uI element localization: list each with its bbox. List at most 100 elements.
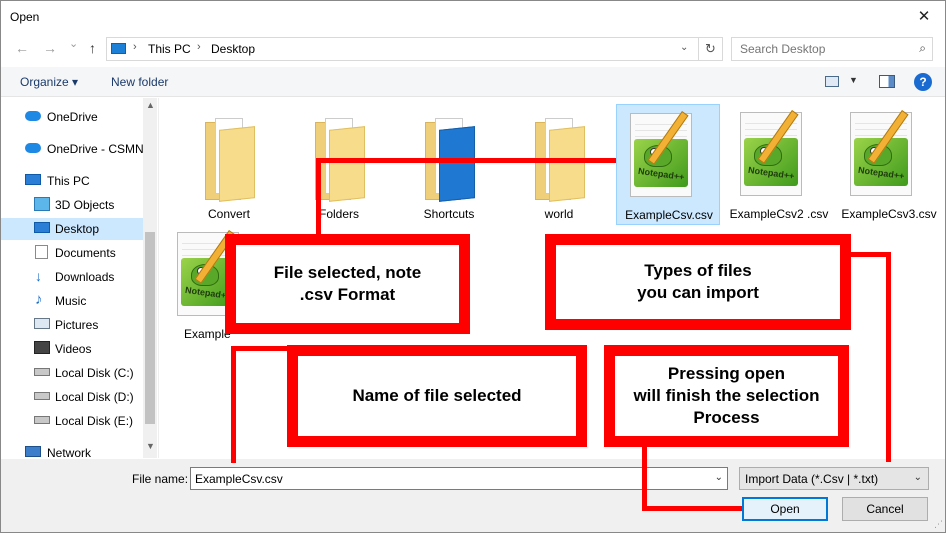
sidebar-item-label: This PC <box>47 174 90 188</box>
sidebar-item-label: Pictures <box>55 318 99 332</box>
search-input[interactable] <box>732 38 912 60</box>
file-name-combobox[interactable]: ⌄ <box>190 467 728 490</box>
navigation-bar: ← → ⌄ ↑ › This PC › Desktop ⌄ ↻ ⌕ <box>1 34 945 64</box>
file-item-label: Folders <box>318 207 359 221</box>
scroll-up-icon[interactable]: ▲ <box>146 100 155 110</box>
annotation-connector <box>231 346 291 351</box>
navigation-pane: OneDrive OneDrive - CSMN This PC 3D Obje… <box>1 98 159 458</box>
notepad-plus-plus-file-icon: Notepad++ <box>740 110 818 198</box>
file-name-label: File name: <box>132 472 189 486</box>
address-bar[interactable]: › This PC › Desktop ⌄ ↻ <box>106 37 723 61</box>
sidebar-item-label: Local Disk (D:) <box>55 390 134 404</box>
sidebar-item-label: Local Disk (C:) <box>55 366 134 380</box>
help-icon[interactable]: ? <box>914 73 932 91</box>
preview-pane-icon[interactable] <box>879 75 895 88</box>
annotation-connector <box>642 443 647 510</box>
computer-icon <box>111 43 126 54</box>
open-button[interactable]: Open <box>742 497 828 521</box>
sidebar-item-label: Documents <box>55 246 116 260</box>
annotation-connector <box>642 506 742 511</box>
search-box[interactable]: ⌕ <box>731 37 933 61</box>
resize-grip-icon[interactable]: ⋰ <box>934 519 943 530</box>
chevron-down-icon[interactable]: ⌄ <box>914 472 922 483</box>
sidebar-item-videos[interactable]: Videos <box>1 338 143 360</box>
sidebar-item-downloads[interactable]: ↓ Downloads <box>1 266 143 288</box>
breadcrumb-this-pc[interactable]: This PC <box>148 42 191 56</box>
sidebar-item-local-disk-c[interactable]: Local Disk (C:) <box>1 362 143 384</box>
change-view-icon[interactable] <box>825 76 839 87</box>
sidebar-item-this-pc[interactable]: This PC <box>1 170 143 192</box>
breadcrumb-desktop[interactable]: Desktop <box>211 42 255 56</box>
sidebar-item-label: Local Disk (E:) <box>55 414 134 428</box>
sidebar-scrollbar[interactable]: ▲ ▼ <box>143 98 157 458</box>
music-icon: ♪ <box>35 291 43 308</box>
annotation-connector <box>850 252 890 257</box>
annotation-connector <box>886 252 891 462</box>
view-dropdown-icon[interactable]: ▼ <box>849 75 858 85</box>
annotation-file-name: Name of file selected <box>287 345 587 447</box>
chevron-right-icon[interactable]: › <box>197 41 201 53</box>
chevron-right-icon[interactable]: › <box>133 41 137 53</box>
drive-icon <box>34 392 50 400</box>
sidebar-item-3d-objects[interactable]: 3D Objects <box>1 194 143 216</box>
annotation-file-types: Types of files you can import <box>545 234 851 330</box>
file-name-input[interactable] <box>191 468 701 489</box>
sidebar-item-desktop[interactable]: Desktop <box>1 218 143 240</box>
folder-icon <box>205 118 255 202</box>
sidebar-item-local-disk-d[interactable]: Local Disk (D:) <box>1 386 143 408</box>
search-icon[interactable]: ⌕ <box>919 41 926 56</box>
cloud-icon <box>25 143 41 153</box>
chevron-down-icon[interactable]: ⌄ <box>715 472 723 483</box>
pictures-icon <box>34 318 50 329</box>
documents-icon <box>35 245 48 259</box>
file-item-world[interactable]: world <box>507 104 611 225</box>
annotation-connector <box>316 158 321 238</box>
sidebar-item-documents[interactable]: Documents <box>1 242 143 264</box>
file-item-label: Shortcuts <box>423 207 475 221</box>
file-item-examplecsv[interactable]: Notepad++ ExampleCsv.csv <box>616 104 720 225</box>
file-item-label: world <box>544 207 574 221</box>
annotation-open-button: Pressing open will finish the selection … <box>604 345 849 447</box>
scrollbar-thumb[interactable] <box>145 232 155 424</box>
cancel-button[interactable]: Cancel <box>842 497 928 521</box>
file-item-examplecsv2[interactable]: Notepad++ ExampleCsv2 .csv <box>727 104 831 225</box>
annotation-connector <box>316 158 616 163</box>
back-arrow-icon[interactable]: ← <box>15 40 29 56</box>
sidebar-item-music[interactable]: ♪ Music <box>1 290 143 312</box>
file-item-label: ExampleCsv3.csv <box>841 207 937 221</box>
title-bar: Open ✕ <box>1 1 945 32</box>
file-type-select[interactable]: Import Data (*.Csv | *.txt) ⌄ <box>739 467 929 490</box>
network-icon <box>25 446 41 457</box>
videos-icon <box>34 341 50 354</box>
sidebar-item-label: Videos <box>55 342 92 356</box>
sidebar-item-label: Music <box>55 294 87 308</box>
sidebar-item-pictures[interactable]: Pictures <box>1 314 143 336</box>
new-folder-button[interactable]: New folder <box>111 75 168 89</box>
notepad-plus-plus-file-icon: Notepad++ <box>630 111 708 199</box>
refresh-icon[interactable]: ↻ <box>698 38 722 60</box>
file-type-value: Import Data (*.Csv | *.txt) <box>745 472 879 486</box>
recent-locations-icon[interactable]: ⌄ <box>69 37 78 50</box>
open-dialog: Open ✕ ← → ⌄ ↑ › This PC › Desktop ⌄ ↻ ⌕… <box>0 0 946 533</box>
file-item-folders[interactable]: Folders <box>287 104 391 225</box>
sidebar-item-onedrive[interactable]: OneDrive <box>1 106 143 128</box>
sidebar-item-local-disk-e[interactable]: Local Disk (E:) <box>1 410 143 432</box>
sidebar-item-label: Desktop <box>55 222 100 236</box>
close-button[interactable]: ✕ <box>909 3 939 29</box>
sidebar-item-network[interactable]: Network <box>1 442 143 458</box>
scroll-down-icon[interactable]: ▼ <box>146 441 155 451</box>
file-item-examplecsv3[interactable]: Notepad++ ExampleCsv3.csv <box>837 104 941 225</box>
sidebar-item-onedrive-csmn[interactable]: OneDrive - CSMN <box>1 138 144 160</box>
drive-icon <box>34 368 50 376</box>
address-dropdown-icon[interactable]: ⌄ <box>680 42 688 53</box>
forward-arrow-icon[interactable]: → <box>43 40 57 56</box>
annotation-file-selected: File selected, note .csv Format <box>225 234 470 334</box>
sidebar-item-label: OneDrive <box>47 110 98 124</box>
computer-icon <box>25 174 41 185</box>
organize-button[interactable]: Organize ▾ <box>20 75 78 89</box>
up-arrow-icon[interactable]: ↑ <box>89 40 96 56</box>
file-item-convert[interactable]: Convert <box>177 104 281 225</box>
file-item-shortcuts[interactable]: Shortcuts <box>397 104 501 225</box>
window-title: Open <box>10 10 40 24</box>
notepad-plus-plus-file-icon: Notepad++ <box>850 110 928 198</box>
